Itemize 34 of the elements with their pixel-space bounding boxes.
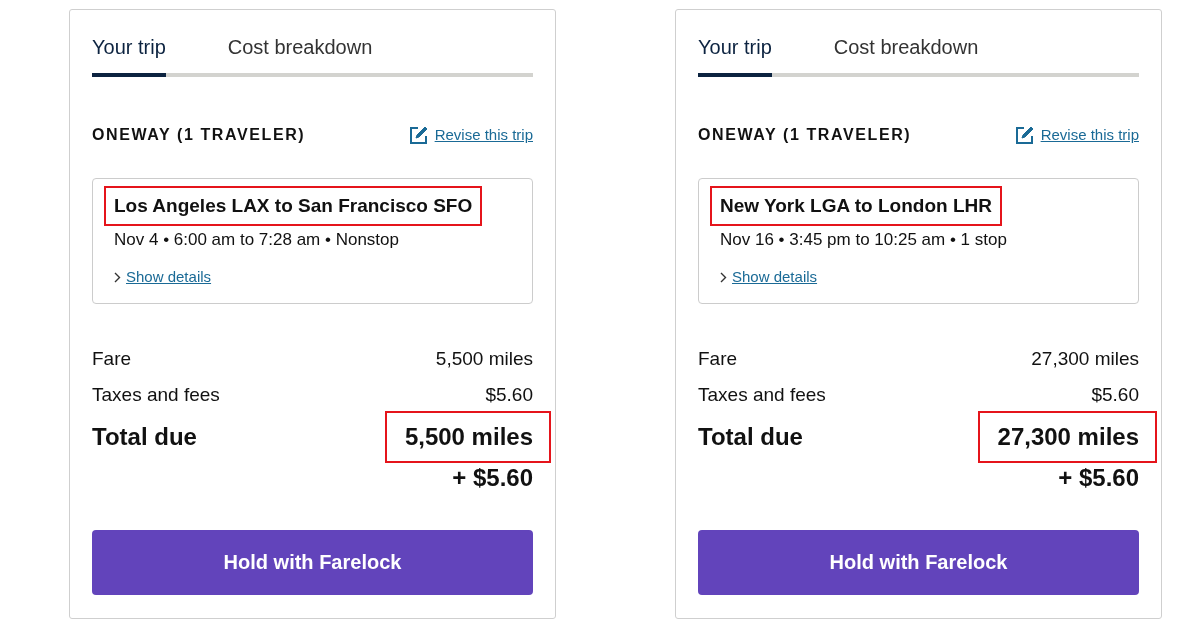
tab[interactable]: Your trip bbox=[92, 34, 166, 77]
total-label: Total due bbox=[698, 422, 803, 452]
total-cash: + $5.60 bbox=[452, 463, 533, 493]
price-value: $5.60 bbox=[485, 383, 533, 407]
price-value: 5,500 miles bbox=[435, 347, 533, 371]
edit-icon bbox=[408, 125, 429, 145]
trip-type-heading: ONEWAY (1 TRAVELER) bbox=[698, 125, 912, 145]
show-details-link[interactable]: Show details bbox=[720, 267, 818, 287]
total-cash: + $5.60 bbox=[1058, 463, 1139, 493]
total-miles: 27,300 miles bbox=[977, 411, 1157, 463]
tab[interactable]: Cost breakdown bbox=[227, 34, 373, 77]
chevron-right-icon bbox=[114, 271, 121, 283]
revise-trip-link[interactable]: Revise this trip bbox=[408, 125, 533, 145]
route-title: Los Angeles LAX to San Francisco SFO bbox=[104, 186, 483, 226]
route-title: New York LGA to London LHR bbox=[710, 186, 1002, 226]
flight-summary: Nov 16 • 3:45 pm to 10:25 am • 1 stop bbox=[720, 229, 1007, 251]
tab[interactable]: Cost breakdown bbox=[833, 34, 979, 77]
price-label: Taxes and fees bbox=[92, 383, 220, 407]
price-value: 27,300 miles bbox=[1031, 347, 1139, 371]
farelock-button[interactable]: Hold with Farelock bbox=[92, 530, 533, 595]
flight-summary: Nov 4 • 6:00 am to 7:28 am • Nonstop bbox=[114, 229, 399, 251]
chevron-right-icon bbox=[720, 271, 727, 283]
price-label: Fare bbox=[698, 347, 738, 371]
tab[interactable]: Your trip bbox=[698, 34, 772, 77]
total-label: Total due bbox=[92, 422, 197, 452]
price-label: Taxes and fees bbox=[698, 383, 826, 407]
trip-type-heading: ONEWAY (1 TRAVELER) bbox=[92, 125, 306, 145]
total-miles: 5,500 miles bbox=[384, 411, 551, 463]
farelock-button[interactable]: Hold with Farelock bbox=[698, 530, 1139, 595]
price-value: $5.60 bbox=[1091, 383, 1139, 407]
show-details-link[interactable]: Show details bbox=[114, 267, 212, 287]
price-label: Fare bbox=[92, 347, 132, 371]
revise-trip-link[interactable]: Revise this trip bbox=[1014, 125, 1139, 145]
edit-icon bbox=[1014, 125, 1035, 145]
